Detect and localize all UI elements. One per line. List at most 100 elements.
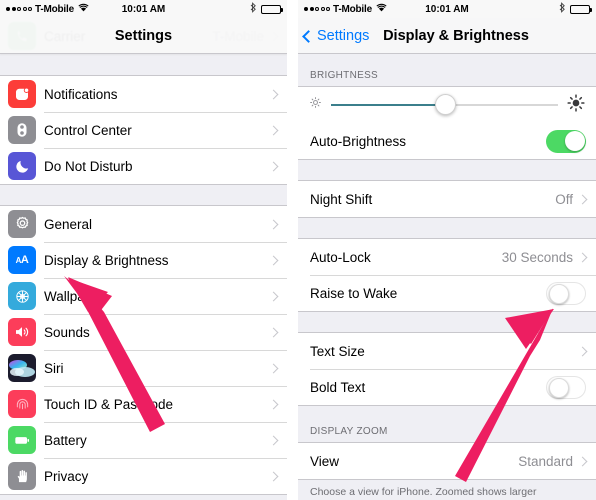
sidebar-item-notifications[interactable]: Notifications bbox=[0, 76, 287, 112]
back-button[interactable]: Settings bbox=[302, 18, 370, 54]
sidebar-item-touch-id-passcode[interactable]: Touch ID & Passcode bbox=[0, 386, 287, 422]
section-gap bbox=[298, 160, 596, 180]
text-size-row[interactable]: Text Size bbox=[298, 333, 596, 369]
right-phone-screen: T-Mobile 10:01 AM Settings Display & Bri… bbox=[298, 0, 596, 500]
left-settings-scroll[interactable]: Carrier T-Mobile Notifications bbox=[0, 18, 287, 500]
chevron-right-icon bbox=[268, 89, 279, 99]
list-item-label: View bbox=[310, 453, 340, 469]
chevron-right-icon bbox=[268, 327, 279, 337]
section-gap bbox=[298, 312, 596, 332]
status-bar-carrier-group: T-Mobile bbox=[6, 3, 89, 15]
list-item-label: Text Size bbox=[310, 343, 365, 359]
sidebar-item-control-center[interactable]: Control Center bbox=[0, 112, 287, 148]
screen-divider bbox=[287, 0, 298, 500]
list-item-label: Display & Brightness bbox=[44, 252, 169, 268]
dual-screenshot: T-Mobile 10:01 AM Notifications Control … bbox=[0, 0, 596, 500]
section-header-brightness: BRIGHTNESS bbox=[298, 54, 596, 86]
chevron-right-icon bbox=[268, 363, 279, 373]
notifications-icon bbox=[8, 80, 36, 108]
list-item-label: Siri bbox=[44, 360, 64, 376]
raise-to-wake-toggle[interactable] bbox=[546, 281, 586, 305]
auto-brightness-toggle[interactable] bbox=[546, 129, 586, 153]
bluetooth-icon bbox=[250, 2, 257, 16]
list-item-label: Bold Text bbox=[310, 379, 366, 395]
list-item-value: Standard bbox=[518, 453, 573, 469]
do-not-disturb-icon bbox=[8, 152, 36, 180]
chevron-right-icon bbox=[268, 399, 279, 409]
settings-group-general: General AA Display & Brightness Wallpape… bbox=[0, 205, 287, 495]
list-item-label: Auto-Lock bbox=[310, 249, 371, 265]
chevron-right-icon bbox=[577, 252, 588, 262]
status-bar-right-group bbox=[559, 2, 592, 16]
brightness-slider-thumb[interactable] bbox=[434, 94, 456, 115]
carrier-label: T-Mobile bbox=[35, 3, 74, 15]
settings-group-display-zoom: View Standard bbox=[298, 442, 596, 480]
right-nav-bar: Settings Display & Brightness bbox=[298, 18, 596, 54]
wifi-icon bbox=[78, 3, 89, 15]
auto-lock-row[interactable]: Auto-Lock 30 Seconds bbox=[298, 239, 596, 275]
battery-settings-icon bbox=[8, 426, 36, 454]
sidebar-item-battery[interactable]: Battery bbox=[0, 422, 287, 458]
chevron-right-icon bbox=[268, 161, 279, 171]
list-item-label: Night Shift bbox=[310, 191, 373, 207]
section-gap bbox=[0, 495, 287, 500]
carrier-label: T-Mobile bbox=[333, 3, 372, 15]
list-item-label: Do Not Disturb bbox=[44, 158, 133, 174]
sidebar-item-siri[interactable]: Siri bbox=[0, 350, 287, 386]
right-settings-scroll[interactable]: BRIGHTNESS Auto-Brightness Night Shift O… bbox=[298, 54, 596, 500]
wifi-icon bbox=[376, 3, 387, 15]
list-item-label: Privacy bbox=[44, 468, 89, 484]
chevron-right-icon bbox=[577, 346, 588, 356]
sidebar-item-privacy[interactable]: Privacy bbox=[0, 458, 287, 494]
chevron-right-icon bbox=[268, 471, 279, 481]
sidebar-item-display-brightness[interactable]: AA Display & Brightness bbox=[0, 242, 287, 278]
list-item-label: Touch ID & Passcode bbox=[44, 396, 174, 412]
chevron-right-icon bbox=[268, 435, 279, 445]
section-header-display-zoom: DISPLAY ZOOM bbox=[298, 406, 596, 442]
left-phone-screen: T-Mobile 10:01 AM Notifications Control … bbox=[0, 0, 287, 500]
back-button-label: Settings bbox=[317, 28, 370, 44]
chevron-right-icon bbox=[577, 456, 588, 466]
settings-group-lock: Auto-Lock 30 Seconds Raise to Wake bbox=[298, 238, 596, 312]
signal-strength-icon bbox=[304, 7, 330, 11]
chevron-right-icon bbox=[577, 194, 588, 204]
auto-brightness-row[interactable]: Auto-Brightness bbox=[298, 123, 596, 159]
brightness-high-icon bbox=[566, 93, 586, 118]
section-gap bbox=[0, 185, 287, 205]
list-item-label: Raise to Wake bbox=[310, 285, 398, 301]
battery-icon bbox=[261, 4, 283, 14]
section-gap bbox=[298, 218, 596, 238]
status-bar-left: T-Mobile 10:01 AM bbox=[0, 0, 287, 18]
settings-group-notifications: Notifications Control Center Do Not Dist… bbox=[0, 75, 287, 185]
display-zoom-footer: Choose a view for iPhone. Zoomed shows l… bbox=[298, 480, 596, 500]
sidebar-item-do-not-disturb[interactable]: Do Not Disturb bbox=[0, 148, 287, 184]
bold-text-toggle[interactable] bbox=[546, 375, 586, 399]
brightness-slider-fill bbox=[331, 104, 445, 106]
chevron-left-icon bbox=[302, 29, 315, 43]
bold-text-row[interactable]: Bold Text bbox=[298, 369, 596, 405]
settings-group-brightness: Auto-Brightness bbox=[298, 86, 596, 160]
battery-icon bbox=[570, 4, 592, 14]
page-title: Settings bbox=[114, 27, 173, 44]
list-item-label: Notifications bbox=[44, 86, 118, 102]
signal-strength-icon bbox=[6, 7, 32, 11]
night-shift-row[interactable]: Night Shift Off bbox=[298, 181, 596, 217]
display-brightness-icon: AA bbox=[8, 246, 36, 274]
privacy-icon bbox=[8, 462, 36, 490]
list-item-value: Off bbox=[555, 191, 573, 207]
chevron-right-icon bbox=[268, 255, 279, 265]
sidebar-item-general[interactable]: General bbox=[0, 206, 287, 242]
list-item-label: Wallpaper bbox=[44, 288, 105, 304]
status-bar-right-group bbox=[250, 2, 283, 16]
view-row[interactable]: View Standard bbox=[298, 443, 596, 479]
raise-to-wake-row[interactable]: Raise to Wake bbox=[298, 275, 596, 311]
brightness-slider-track[interactable] bbox=[331, 94, 558, 115]
sidebar-item-wallpaper[interactable]: Wallpaper bbox=[0, 278, 287, 314]
left-nav-bar: Settings bbox=[0, 18, 287, 54]
chevron-right-icon bbox=[268, 291, 279, 301]
brightness-low-icon bbox=[308, 95, 323, 115]
touch-id-icon bbox=[8, 390, 36, 418]
brightness-slider-row[interactable] bbox=[298, 87, 596, 123]
sidebar-item-sounds[interactable]: Sounds bbox=[0, 314, 287, 350]
chevron-right-icon bbox=[268, 125, 279, 135]
